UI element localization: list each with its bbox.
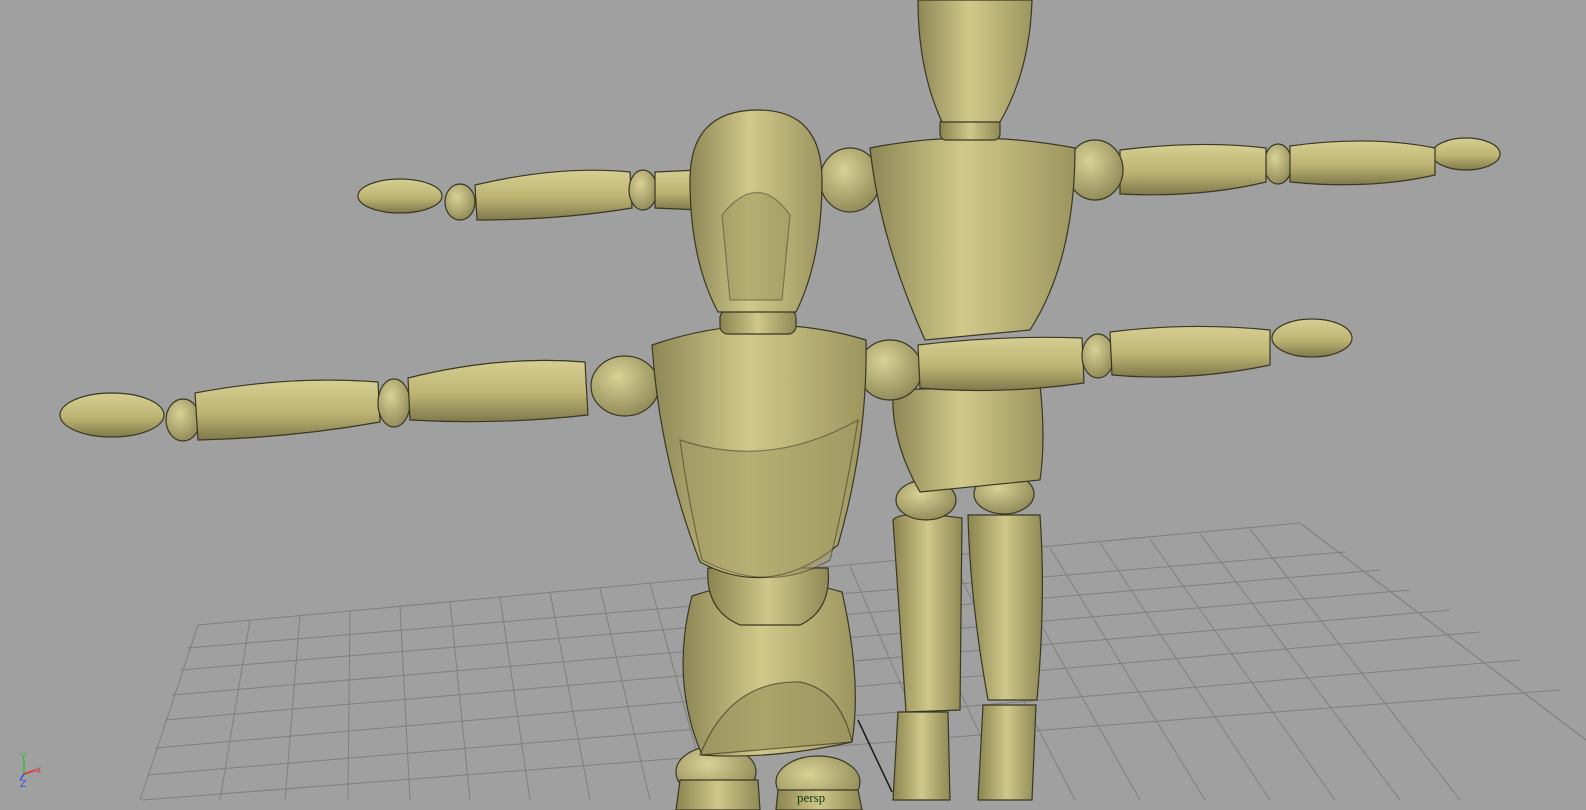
ground-grid (139, 522, 1586, 801)
scene-canvas[interactable] (0, 0, 1586, 810)
mannequin-front[interactable] (59, 109, 1353, 810)
z-axis-label: Z (20, 779, 26, 788)
x-axis-line (23, 769, 37, 775)
perspective-viewport[interactable]: persp Y x Z (0, 0, 1586, 810)
y-axis-label: Y (20, 752, 27, 763)
x-axis-label: x (36, 765, 41, 776)
camera-name-label: persp (797, 790, 826, 805)
view-axis-gizmo: Y x Z (14, 752, 50, 788)
camera-manipulator-line (857, 719, 893, 793)
